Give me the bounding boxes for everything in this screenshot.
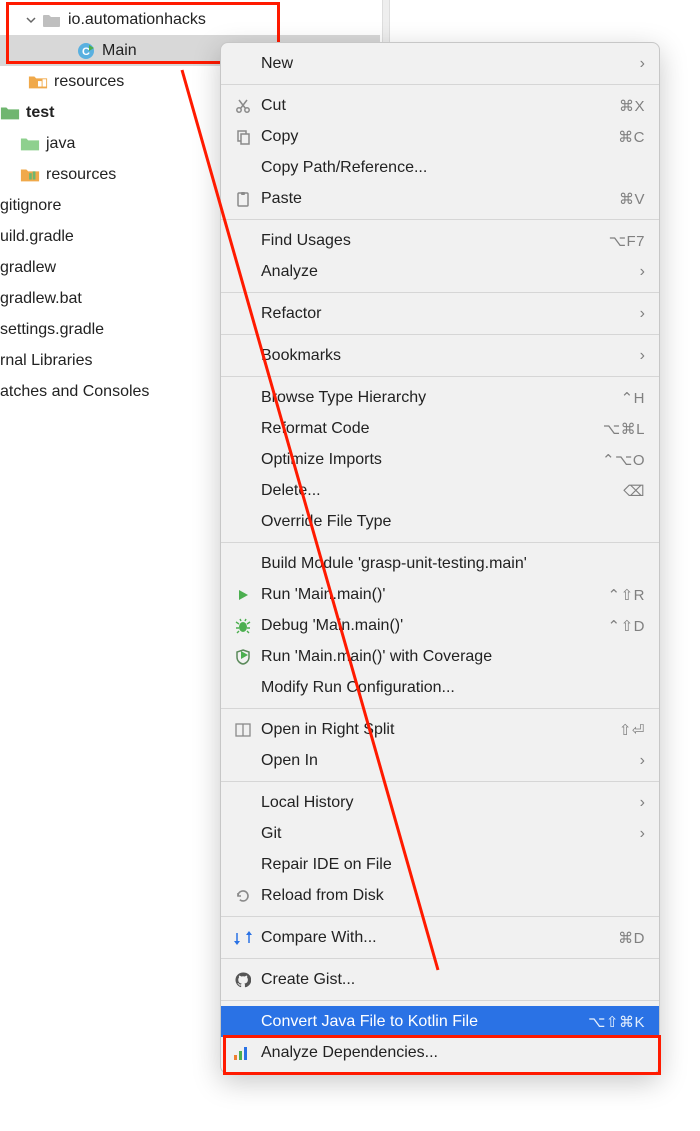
test-src-folder-icon: [20, 134, 40, 154]
submenu-arrow-icon: ›: [640, 305, 645, 323]
menu-browseth[interactable]: Browse Type Hierarchy ⌃H: [221, 382, 659, 413]
svg-text:C: C: [82, 46, 90, 58]
menu-optimize[interactable]: Optimize Imports ⌃⌥O: [221, 444, 659, 475]
submenu-arrow-icon: ›: [640, 825, 645, 843]
resources-folder-icon: [28, 72, 48, 92]
folder-icon: [42, 10, 62, 30]
menu-separator: [221, 334, 659, 335]
menu-separator: [221, 1000, 659, 1001]
tree-pkg[interactable]: io.automationhacks: [0, 4, 380, 35]
menu-findusages[interactable]: Find Usages ⌥F7: [221, 225, 659, 256]
menu-copy[interactable]: Copy ⌘C: [221, 121, 659, 152]
chevron-down-icon[interactable]: [24, 13, 38, 27]
menu-opensplit[interactable]: Open in Right Split ⇧⏎: [221, 714, 659, 745]
menu-coverage[interactable]: Run 'Main.main()' with Coverage: [221, 641, 659, 672]
github-icon: [231, 972, 255, 988]
menu-refactor[interactable]: Refactor ›: [221, 298, 659, 329]
menu-override[interactable]: Override File Type: [221, 506, 659, 537]
coverage-icon: [231, 649, 255, 665]
menu-reformat[interactable]: Reformat Code ⌥⌘L: [221, 413, 659, 444]
menu-build[interactable]: Build Module 'grasp-unit-testing.main': [221, 548, 659, 579]
menu-separator: [221, 542, 659, 543]
menu-analyzedeps[interactable]: Analyze Dependencies...: [221, 1037, 659, 1068]
menu-compare[interactable]: Compare With... ⌘D: [221, 922, 659, 953]
menu-analyze[interactable]: Analyze ›: [221, 256, 659, 287]
reload-icon: [231, 888, 255, 904]
submenu-arrow-icon: ›: [640, 347, 645, 365]
tree-label: io.automationhacks: [68, 11, 380, 29]
menu-separator: [221, 376, 659, 377]
menu-separator: [221, 219, 659, 220]
menu-bookmarks[interactable]: Bookmarks ›: [221, 340, 659, 371]
cut-icon: [231, 98, 255, 114]
delete-key-icon: ⌫: [623, 482, 645, 500]
menu-localhist[interactable]: Local History ›: [221, 787, 659, 818]
menu-separator: [221, 708, 659, 709]
menu-gist[interactable]: Create Gist...: [221, 964, 659, 995]
menu-run[interactable]: Run 'Main.main()' ⌃⇧R: [221, 579, 659, 610]
menu-convert-kotlin[interactable]: Convert Java File to Kotlin File ⌥⇧⌘K: [221, 1006, 659, 1037]
menu-openin[interactable]: Open In ›: [221, 745, 659, 776]
submenu-arrow-icon: ›: [640, 55, 645, 73]
menu-repair[interactable]: Repair IDE on File: [221, 849, 659, 880]
menu-separator: [221, 958, 659, 959]
test-resources-folder-icon: [20, 165, 40, 185]
menu-separator: [221, 781, 659, 782]
menu-separator: [221, 292, 659, 293]
menu-debug[interactable]: Debug 'Main.main()' ⌃⇧D: [221, 610, 659, 641]
compare-icon: [231, 931, 255, 945]
menu-copypath[interactable]: Copy Path/Reference...: [221, 152, 659, 183]
dependencies-icon: [231, 1046, 255, 1060]
debug-icon: [231, 618, 255, 634]
menu-separator: [221, 84, 659, 85]
class-icon: C: [76, 41, 96, 61]
test-folder-icon: [0, 103, 20, 123]
paste-icon: [231, 191, 255, 207]
submenu-arrow-icon: ›: [640, 263, 645, 281]
menu-paste[interactable]: Paste ⌘V: [221, 183, 659, 214]
menu-git[interactable]: Git ›: [221, 818, 659, 849]
submenu-arrow-icon: ›: [640, 752, 645, 770]
split-icon: [231, 723, 255, 737]
submenu-arrow-icon: ›: [640, 794, 645, 812]
menu-delete[interactable]: Delete... ⌫: [221, 475, 659, 506]
menu-separator: [221, 916, 659, 917]
run-icon: [231, 588, 255, 602]
menu-reload[interactable]: Reload from Disk: [221, 880, 659, 911]
menu-cut[interactable]: Cut ⌘X: [221, 90, 659, 121]
context-menu: New › Cut ⌘X Copy ⌘C Copy Path/Reference…: [220, 42, 660, 1074]
menu-modifyrun[interactable]: Modify Run Configuration...: [221, 672, 659, 703]
menu-new[interactable]: New ›: [221, 48, 659, 79]
copy-icon: [231, 129, 255, 145]
